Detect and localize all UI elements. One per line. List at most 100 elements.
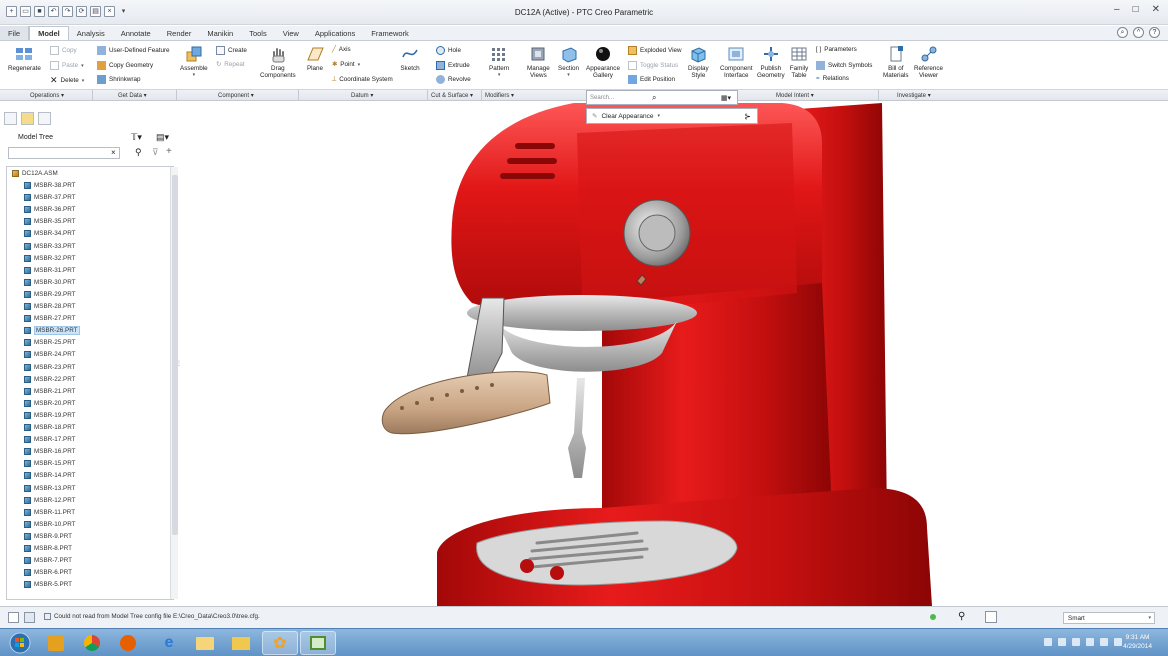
tree-filter-input[interactable] — [8, 147, 120, 159]
tree-item[interactable]: MSBR-38.PRT — [24, 180, 76, 191]
plane-button[interactable]: Plane — [305, 45, 325, 72]
tray-flag-icon[interactable] — [1086, 638, 1094, 646]
add-column-icon[interactable]: + — [166, 146, 172, 157]
view-options-icon[interactable]: ▦▾ — [721, 94, 731, 102]
tree-item[interactable]: MSBR-23.PRT — [24, 362, 76, 373]
tree-columns-icon[interactable]: ▤▾ — [156, 132, 169, 143]
tree-item[interactable]: MSBR-14.PRT — [24, 470, 76, 481]
message-log-icon[interactable] — [44, 613, 51, 620]
extrude-button[interactable]: Extrude — [436, 61, 470, 70]
show-browser-icon[interactable] — [24, 612, 35, 623]
search-icon[interactable]: ⌕ — [652, 93, 656, 103]
tree-item[interactable]: MSBR-8.PRT — [24, 543, 72, 554]
tab-file[interactable]: File — [0, 26, 30, 40]
hole-button[interactable]: Hole — [436, 46, 461, 55]
assemble-button[interactable]: Assemble ▾ — [180, 45, 208, 79]
tab-applications[interactable]: Applications — [307, 26, 363, 40]
coordinate-system-button[interactable]: ⟂ Coordinate System — [332, 75, 393, 83]
taskbar-internet-explorer[interactable]: e — [151, 631, 187, 655]
tree-item[interactable]: MSBR-19.PRT — [24, 410, 76, 421]
tree-item[interactable]: MSBR-30.PRT — [24, 277, 76, 288]
tray-app-icon[interactable] — [1058, 638, 1066, 646]
pattern-button[interactable]: Pattern ▾ — [489, 45, 509, 79]
start-button[interactable] — [2, 631, 38, 655]
close-icon[interactable]: ✕ — [1152, 5, 1160, 15]
shrinkwrap-button[interactable]: Shrinkwrap — [97, 75, 141, 84]
tray-show-hidden-icon[interactable] — [1044, 638, 1052, 646]
tray-volume-icon[interactable] — [1114, 638, 1122, 646]
tree-item[interactable]: MSBR-26.PRT — [24, 325, 80, 336]
tree-item[interactable]: MSBR-11.PRT — [24, 507, 75, 518]
component-interface-button[interactable]: Component Interface — [720, 45, 753, 79]
relations-button[interactable]: = Relations — [816, 75, 849, 82]
family-table-button[interactable]: Family Table — [789, 45, 809, 79]
drag-components-button[interactable]: Drag Components — [260, 45, 296, 79]
help-icon[interactable]: ? — [1149, 27, 1160, 38]
publish-geometry-button[interactable]: Publish Geometry — [757, 45, 785, 79]
tab-analysis[interactable]: Analysis — [69, 26, 113, 40]
tree-item[interactable]: MSBR-22.PRT — [24, 374, 76, 385]
tree-item[interactable]: MSBR-18.PRT — [24, 422, 76, 433]
graphics-window[interactable] — [182, 103, 1168, 606]
minimize-ribbon-icon[interactable]: ^ — [1133, 27, 1144, 38]
tab-model[interactable]: Model — [29, 26, 69, 40]
tab-annotate[interactable]: Annotate — [113, 26, 159, 40]
copy-geometry-button[interactable]: Copy Geometry — [97, 61, 153, 70]
tree-item[interactable]: MSBR-15.PRT — [24, 458, 76, 469]
tree-item[interactable]: MSBR-25.PRT — [24, 337, 76, 348]
axis-button[interactable]: ╱ Axis — [332, 46, 351, 53]
taskbar-explorer[interactable] — [187, 631, 223, 655]
selection-filter-select[interactable]: Smart ▾ — [1063, 612, 1155, 624]
tree-item[interactable]: MSBR-31.PRT — [24, 265, 76, 276]
tree-item[interactable]: MSBR-27.PRT — [24, 313, 76, 324]
create-button[interactable]: Create — [216, 46, 247, 55]
reference-viewer-button[interactable]: Reference Viewer — [914, 45, 943, 79]
tree-item[interactable]: MSBR-32.PRT — [24, 253, 76, 264]
tree-root[interactable]: DC12A.ASM — [12, 168, 58, 179]
toggle-status-button[interactable]: Toggle Status — [628, 61, 678, 70]
tree-scroll-thumb[interactable] — [172, 175, 178, 535]
regenerate-button[interactable]: Regenerate — [8, 45, 41, 72]
display-style-button[interactable]: Display Style — [688, 45, 709, 79]
taskbar-creo[interactable]: ✿ — [262, 631, 298, 655]
section-button[interactable]: Section ▾ — [558, 45, 579, 79]
edit-position-button[interactable]: Edit Position — [628, 75, 675, 84]
tab-render[interactable]: Render — [159, 26, 200, 40]
repeat-button[interactable]: ↻ Repeat — [216, 61, 245, 68]
tab-view[interactable]: View — [275, 26, 307, 40]
exploded-view-button[interactable]: Exploded View — [628, 46, 682, 55]
maximize-icon[interactable]: □ — [1133, 5, 1139, 15]
copy-button[interactable]: Copy — [50, 46, 77, 55]
favorites-tab-icon[interactable] — [38, 112, 51, 125]
minimize-icon[interactable]: – — [1114, 5, 1120, 15]
tray-network-icon[interactable] — [1100, 638, 1108, 646]
tray-app-icon[interactable] — [1072, 638, 1080, 646]
tab-manikin[interactable]: Manikin — [199, 26, 241, 40]
tree-item[interactable]: MSBR-37.PRT — [24, 192, 76, 203]
tree-scrollbar[interactable] — [170, 167, 178, 599]
group-model-intent[interactable]: Model Intent ▾ — [776, 92, 814, 99]
revolve-button[interactable]: Revolve — [436, 75, 471, 84]
model-tree-tab-icon[interactable] — [4, 112, 17, 125]
group-datum[interactable]: Datum ▾ — [351, 92, 373, 99]
tree-item[interactable]: MSBR-36.PRT — [24, 204, 76, 215]
tree-item[interactable]: MSBR-34.PRT — [24, 228, 76, 239]
group-operations[interactable]: Operations ▾ — [30, 92, 64, 99]
group-component[interactable]: Component ▾ — [218, 92, 254, 99]
tree-item[interactable]: MSBR-33.PRT — [24, 241, 76, 252]
clear-filter-icon[interactable]: × — [111, 148, 116, 157]
tree-item[interactable]: MSBR-10.PRT — [24, 519, 76, 530]
tree-item[interactable]: MSBR-17.PRT — [24, 434, 76, 445]
tab-tools[interactable]: Tools — [241, 26, 275, 40]
sketch-button[interactable]: Sketch — [400, 45, 420, 72]
taskbar-chrome[interactable] — [74, 631, 110, 655]
udf-button[interactable]: User-Defined Feature — [97, 46, 170, 55]
point-button[interactable]: ✱ Point ▾ — [332, 61, 360, 68]
filter-icon[interactable]: ⊽ — [152, 147, 159, 158]
selection-filter-icon[interactable] — [985, 611, 997, 623]
tree-item[interactable]: MSBR-16.PRT — [24, 446, 76, 457]
tree-item[interactable]: MSBR-29.PRT — [24, 289, 76, 300]
tree-item[interactable]: MSBR-13.PRT — [24, 483, 76, 494]
folder-browser-tab-icon[interactable] — [21, 112, 34, 125]
tree-item[interactable]: MSBR-21.PRT — [24, 386, 76, 397]
